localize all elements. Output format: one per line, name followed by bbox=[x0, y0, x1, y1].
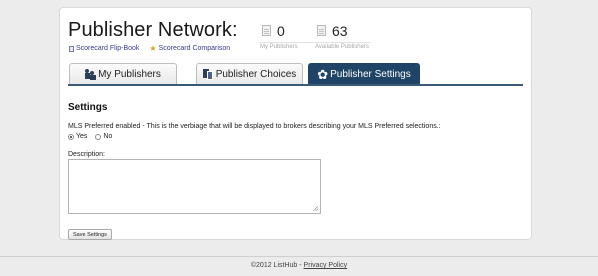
tab-publisher-settings-label: Publisher Settings bbox=[330, 68, 411, 80]
mls-preferred-options: Yes No bbox=[68, 133, 112, 140]
save-settings-button[interactable]: Save Settings bbox=[68, 229, 112, 240]
settings-heading: Settings bbox=[68, 102, 108, 113]
star-icon: ★ bbox=[149, 44, 157, 53]
tab-my-publishers[interactable]: My Publishers bbox=[69, 63, 177, 84]
description-label: Description: bbox=[68, 151, 105, 158]
tab-bar: My Publishers Publisher Choices ✿ Publis… bbox=[68, 63, 523, 86]
scorecard-comparison-label: Scorecard Comparison bbox=[158, 45, 231, 52]
stat-divider bbox=[315, 42, 371, 43]
stat-divider bbox=[260, 42, 316, 43]
radio-yes[interactable] bbox=[68, 133, 74, 140]
stat-my-publishers-label: My Publishers bbox=[260, 44, 298, 50]
document-icon bbox=[262, 25, 271, 36]
document-icon bbox=[317, 25, 326, 36]
scorecard-flipbook-link[interactable]: Scorecard Flip-Book bbox=[69, 45, 139, 52]
footer-divider bbox=[0, 256, 598, 257]
tab-underline bbox=[68, 84, 523, 86]
documents-icon bbox=[202, 68, 214, 80]
tab-my-publishers-label: My Publishers bbox=[98, 68, 161, 80]
scorecard-flipbook-label: Scorecard Flip-Book bbox=[76, 45, 140, 52]
page-title: Publisher Network: bbox=[68, 19, 238, 41]
publisher-network-panel: Publisher Network: Scorecard Flip-Book ★… bbox=[59, 7, 532, 240]
tab-publisher-choices[interactable]: Publisher Choices bbox=[196, 63, 303, 84]
scorecard-comparison-link[interactable]: ★ Scorecard Comparison bbox=[149, 44, 231, 53]
stat-available-publishers-label: Available Publishers bbox=[315, 44, 369, 50]
users-icon bbox=[85, 68, 97, 80]
privacy-policy-link[interactable]: Privacy Policy bbox=[304, 262, 348, 269]
footer: ©2012 ListHub - Privacy Policy bbox=[0, 262, 598, 269]
tab-publisher-settings[interactable]: ✿ Publisher Settings bbox=[308, 63, 420, 84]
stat-my-publishers-value: 0 bbox=[277, 23, 285, 39]
radio-no-label: No bbox=[103, 133, 113, 140]
stat-available-publishers-value: 63 bbox=[332, 23, 348, 39]
description-textarea[interactable] bbox=[68, 159, 321, 214]
scorecard-links: Scorecard Flip-Book ★ Scorecard Comparis… bbox=[69, 44, 231, 53]
radio-yes-label: Yes bbox=[76, 133, 88, 140]
gear-icon: ✿ bbox=[317, 66, 329, 82]
document-icon bbox=[69, 45, 74, 52]
resize-handle[interactable] bbox=[313, 206, 318, 211]
footer-copyright: ©2012 ListHub bbox=[250, 262, 298, 269]
radio-no[interactable] bbox=[95, 133, 102, 140]
mls-preferred-label: MLS Preferred enabled - This is the verb… bbox=[68, 123, 441, 130]
tab-publisher-choices-label: Publisher Choices bbox=[215, 68, 297, 80]
